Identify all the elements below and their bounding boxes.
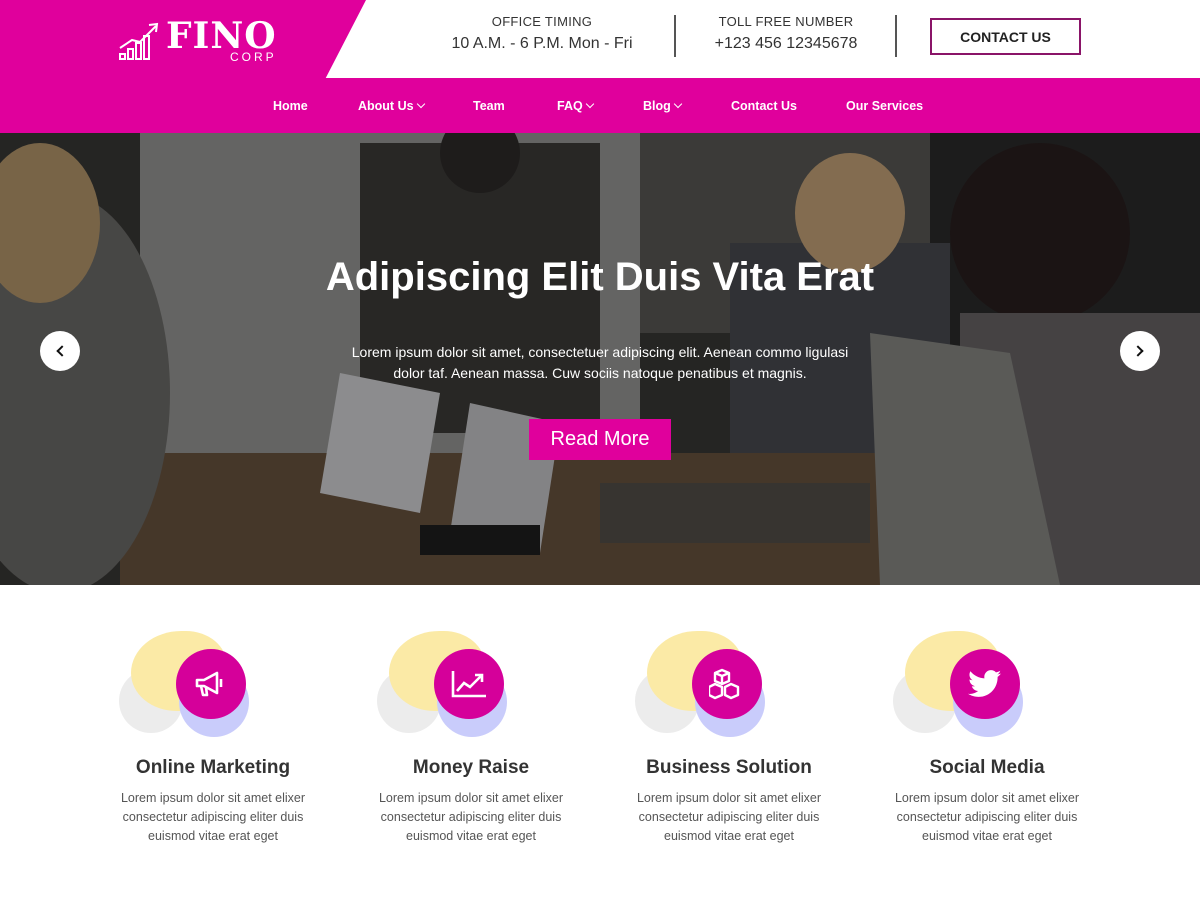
logo-name: FINO bbox=[166, 15, 277, 57]
divider bbox=[895, 15, 897, 57]
read-more-button[interactable]: Read More bbox=[529, 419, 671, 460]
chart-line-icon bbox=[451, 671, 486, 698]
slider-prev-button[interactable] bbox=[40, 331, 80, 371]
service-title: Business Solution bbox=[646, 757, 812, 778]
service-card-money-raise[interactable]: Money Raise Lorem ipsum dolor sit amet e… bbox=[351, 625, 591, 846]
office-timing-value: 10 A.M. - 6 P.M. Mon - Fri bbox=[451, 35, 633, 52]
slider-next-button[interactable] bbox=[1120, 331, 1160, 371]
office-timing-label: OFFICE TIMING bbox=[491, 14, 593, 29]
nav-item-team[interactable]: Team bbox=[473, 78, 505, 133]
toll-free-label: TOLL FREE NUMBER bbox=[718, 14, 854, 29]
service-description: Lorem ipsum dolor sit amet elixer consec… bbox=[894, 791, 1080, 843]
toll-free-number: TOLL FREE NUMBER +123 456 12345678 bbox=[705, 14, 867, 53]
chevron-down-icon bbox=[585, 99, 594, 108]
service-card-online-marketing[interactable]: Online Marketing Lorem ipsum dolor sit a… bbox=[93, 625, 333, 846]
chevron-down-icon bbox=[673, 99, 683, 108]
nav-item-contact-us[interactable]: Contact Us bbox=[731, 78, 797, 133]
hero-description: Lorem ipsum dolor sit amet, consectetuer… bbox=[351, 344, 849, 381]
growth-chart-icon bbox=[119, 22, 159, 60]
service-description: Lorem ipsum dolor sit amet elixer consec… bbox=[636, 791, 822, 843]
chevron-right-icon bbox=[1132, 345, 1144, 357]
twitter-icon bbox=[968, 670, 1002, 697]
divider bbox=[674, 15, 676, 57]
service-description: Lorem ipsum dolor sit amet elixer consec… bbox=[378, 791, 564, 843]
cubes-icon bbox=[709, 668, 740, 700]
nav-item-home[interactable]: Home bbox=[273, 78, 308, 133]
service-title: Online Marketing bbox=[135, 757, 291, 778]
service-description: Lorem ipsum dolor sit amet elixer consec… bbox=[120, 791, 306, 843]
nav-item-about-us[interactable]: About Us bbox=[358, 78, 425, 133]
nav-item-our-services[interactable]: Our Services bbox=[846, 78, 923, 133]
megaphone-icon bbox=[195, 671, 223, 697]
chevron-left-icon bbox=[56, 345, 68, 357]
service-card-social-media[interactable]: Social Media Lorem ipsum dolor sit amet … bbox=[867, 625, 1107, 846]
nav-item-blog[interactable]: Blog bbox=[643, 78, 683, 133]
nav-item-faq[interactable]: FAQ bbox=[557, 78, 594, 133]
logo[interactable]: FINO CORP bbox=[118, 18, 277, 64]
top-header: FINO CORP OFFICE TIMING 10 A.M. - 6 P.M.… bbox=[0, 0, 1200, 78]
service-card-business-solution[interactable]: Business Solution Lorem ipsum dolor sit … bbox=[609, 625, 849, 846]
hero-slider: Adipiscing Elit Duis Vita Erat Lorem ips… bbox=[0, 133, 1200, 585]
service-title: Money Raise bbox=[412, 757, 530, 778]
office-timing: OFFICE TIMING 10 A.M. - 6 P.M. Mon - Fri bbox=[440, 14, 644, 53]
contact-us-button[interactable]: CONTACT US bbox=[930, 18, 1081, 55]
chevron-down-icon bbox=[416, 99, 425, 108]
hero-title: Adipiscing Elit Duis Vita Erat bbox=[325, 255, 875, 299]
toll-free-value[interactable]: +123 456 12345678 bbox=[705, 35, 867, 53]
main-nav: Home About Us Team FAQ Blog Contact Us O… bbox=[0, 78, 1200, 133]
service-title: Social Media bbox=[929, 757, 1045, 778]
